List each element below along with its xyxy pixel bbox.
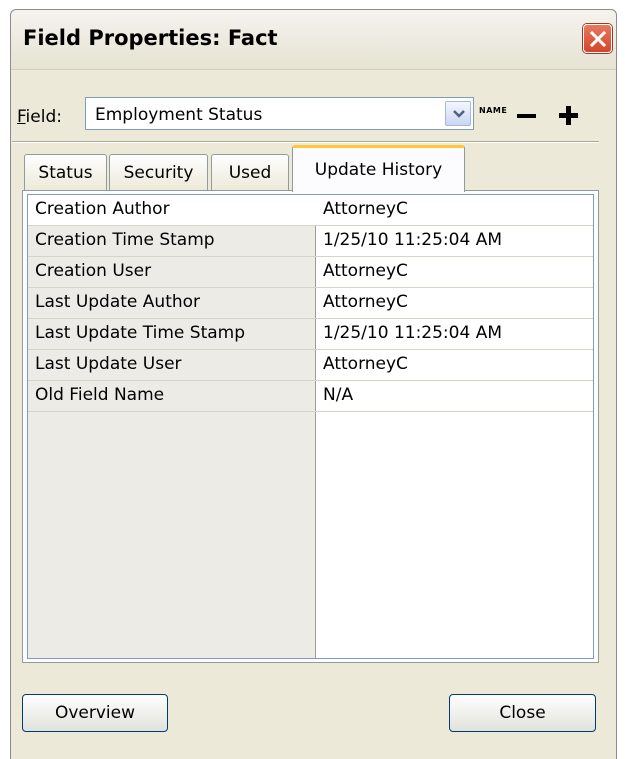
tab-used[interactable]: Used	[211, 154, 289, 191]
field-label-rest: ield:	[25, 107, 62, 127]
property-name: Last Update Time Stamp	[35, 323, 246, 343]
field-dropdown-button[interactable]	[445, 101, 471, 126]
name-button[interactable]: NAME	[479, 106, 507, 115]
chevron-down-icon	[453, 110, 465, 118]
tab-update-history[interactable]: Update History	[292, 145, 465, 192]
add-field-button[interactable]	[559, 106, 578, 125]
tab-security[interactable]: Security	[109, 154, 208, 191]
divider	[12, 141, 599, 143]
table-row[interactable]: Creation User AttorneyC	[28, 257, 593, 288]
title-bar: Field Properties: Fact	[11, 10, 616, 70]
property-name: Old Field Name	[35, 385, 165, 405]
table-row[interactable]: Last Update User AttorneyC	[28, 350, 593, 381]
property-value: 1/25/10 11:25:04 AM	[323, 323, 502, 343]
property-value: AttorneyC	[323, 292, 408, 312]
field-select[interactable]: Employment Status	[85, 97, 474, 130]
property-value: N/A	[323, 385, 354, 405]
remove-field-button[interactable]	[517, 108, 536, 122]
property-name: Last Update User	[35, 354, 182, 374]
property-value: AttorneyC	[323, 261, 408, 281]
field-select-value: Employment Status	[95, 105, 263, 125]
property-name: Last Update Author	[35, 292, 201, 312]
property-value: AttorneyC	[323, 354, 408, 374]
table-row[interactable]: Last Update Author AttorneyC	[28, 288, 593, 319]
property-name: Creation Time Stamp	[35, 230, 215, 250]
field-label-accesskey: F	[17, 107, 26, 127]
table-row[interactable]: Last Update Time Stamp 1/25/10 11:25:04 …	[28, 319, 593, 350]
property-name: Creation User	[35, 261, 152, 281]
close-window-button[interactable]	[583, 24, 612, 53]
close-icon	[589, 30, 607, 48]
property-grid[interactable]: Creation Author AttorneyC Creation Time …	[27, 194, 594, 659]
tab-status[interactable]: Status	[24, 154, 107, 191]
table-row[interactable]: Creation Author AttorneyC	[28, 195, 593, 226]
property-value: AttorneyC	[323, 199, 408, 219]
property-name: Creation Author	[28, 195, 316, 225]
field-label: Field:	[17, 107, 62, 127]
property-value: 1/25/10 11:25:04 AM	[323, 230, 502, 250]
plus-icon	[559, 106, 578, 125]
table-row[interactable]: Old Field Name N/A	[28, 381, 593, 412]
overview-button[interactable]: Overview	[22, 694, 168, 732]
tab-panel-update-history: Creation Author AttorneyC Creation Time …	[22, 190, 599, 663]
window-title: Field Properties: Fact	[23, 26, 278, 50]
close-button[interactable]: Close	[449, 694, 596, 732]
table-row[interactable]: Creation Time Stamp 1/25/10 11:25:04 AM	[28, 226, 593, 257]
minus-icon	[517, 114, 536, 118]
